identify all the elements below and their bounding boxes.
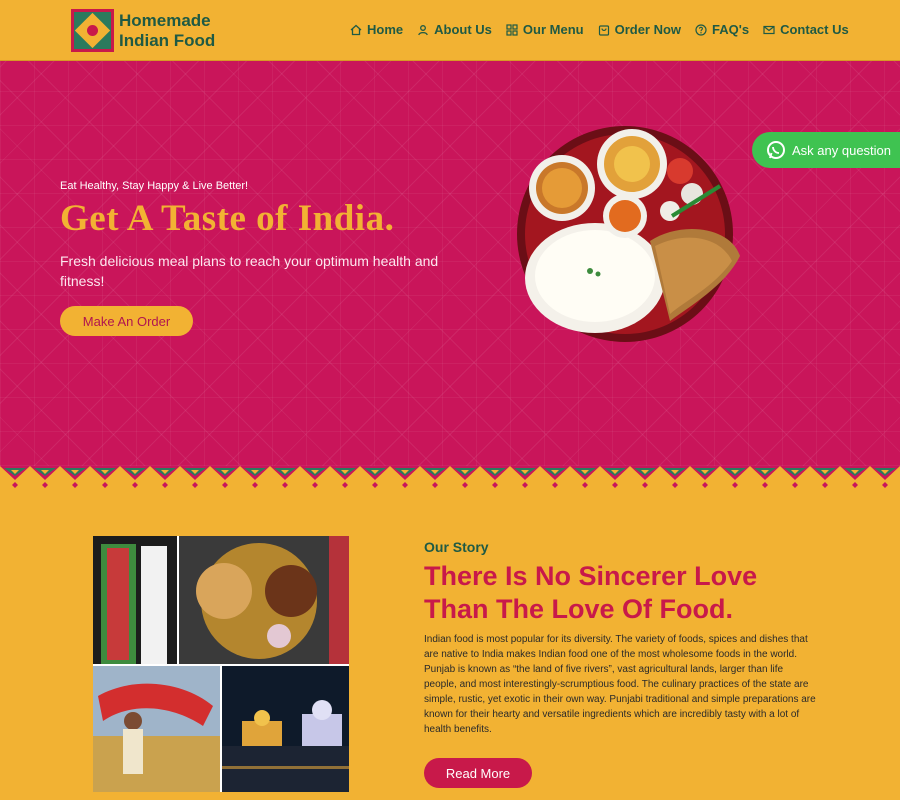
ask-question-label: Ask any question — [792, 142, 892, 158]
thali-food-image — [517, 126, 740, 342]
nav-item-faq[interactable]: FAQ's — [695, 22, 749, 37]
brand-name: Homemade Indian Food — [119, 11, 215, 51]
user-icon — [418, 24, 428, 35]
story-kicker: Our Story — [424, 539, 489, 555]
brand-logo[interactable]: Homemade Indian Food — [71, 9, 215, 52]
nav-label: About Us — [434, 22, 492, 37]
site-header: Homemade Indian Food Home About Us Our M… — [0, 0, 900, 61]
logo-emblem-icon — [71, 9, 114, 52]
story-body: Indian food is most popular for its dive… — [424, 634, 816, 735]
mail-icon — [763, 25, 775, 34]
nav-label: FAQ's — [712, 22, 750, 37]
nav-label: Order Now — [614, 22, 682, 37]
nav-item-home[interactable]: Home — [350, 22, 403, 37]
nav-item-contact[interactable]: Contact Us — [763, 22, 849, 37]
brand-line-1: Homemade — [119, 10, 211, 30]
question-icon — [695, 23, 707, 36]
ask-question-button[interactable]: Ask any question — [752, 132, 900, 168]
nav-label: Home — [367, 22, 404, 37]
nav-item-order[interactable]: Order Now — [598, 22, 681, 37]
hero-subtitle: Fresh delicious meal plans to reach your… — [60, 253, 439, 289]
golden-temple-photo — [222, 666, 349, 792]
nav-label: Our Menu — [522, 22, 584, 37]
decorative-border — [0, 466, 900, 490]
hero-title: Get A Taste of India. — [60, 198, 395, 239]
bag-icon — [598, 24, 609, 36]
nav-label: Contact Us — [780, 22, 849, 37]
poori-chole-photo — [179, 536, 349, 664]
nav-item-menu[interactable]: Our Menu — [506, 22, 584, 37]
read-more-button[interactable]: Read More — [424, 758, 532, 788]
hero-banner: Eat Healthy, Stay Happy & Live Better! G… — [0, 61, 900, 466]
make-order-button[interactable]: Make An Order — [60, 306, 193, 336]
brand-line-2: Indian Food — [119, 30, 216, 50]
phulkari-dance-photo — [93, 666, 220, 792]
grid-icon — [506, 23, 518, 36]
home-icon — [350, 24, 362, 35]
story-photo-collage — [93, 536, 349, 792]
nav-item-about[interactable]: About Us — [417, 22, 492, 37]
hero-tagline: Eat Healthy, Stay Happy & Live Better! — [60, 180, 249, 192]
whatsapp-icon — [767, 141, 785, 159]
dupatta-photo — [93, 536, 177, 664]
main-nav: Home About Us Our Menu Order Now FAQ's C… — [350, 22, 849, 37]
story-title: There Is No Sincerer Love Than The Love … — [424, 561, 758, 624]
